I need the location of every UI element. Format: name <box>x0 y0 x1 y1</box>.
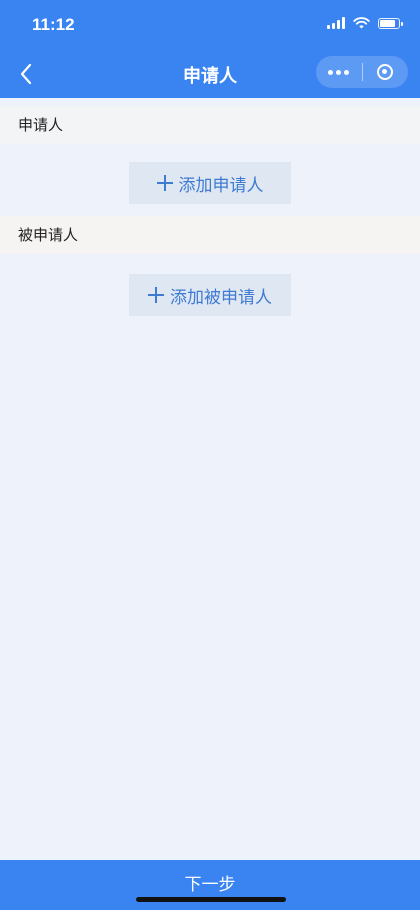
status-time: 11:12 <box>32 15 75 34</box>
add-applicant-button[interactable]: 添加申请人 <box>129 162 291 204</box>
add-respondent-button[interactable]: 添加被申请人 <box>129 274 291 316</box>
add-applicant-label: 添加申请人 <box>178 175 264 196</box>
home-indicator <box>136 897 286 902</box>
section-title-respondent: 被申请人 <box>0 216 420 254</box>
plus-icon <box>148 287 164 303</box>
signal-icon <box>327 17 345 29</box>
plus-icon <box>156 175 173 191</box>
status-icons <box>327 17 403 29</box>
more-button[interactable] <box>316 56 362 88</box>
add-respondent-label: 添加被申请人 <box>170 287 272 308</box>
battery-icon <box>378 17 403 29</box>
mini-program-capsule <box>316 56 408 88</box>
app-header: 11:12 申请人 <box>0 0 420 98</box>
more-dots-icon <box>328 69 350 75</box>
target-circle-icon <box>377 64 394 80</box>
wifi-icon <box>353 17 370 29</box>
close-button[interactable] <box>363 56 409 88</box>
next-step-button[interactable]: 下一步 <box>0 860 420 910</box>
section-title-applicant: 申请人 <box>0 106 420 144</box>
